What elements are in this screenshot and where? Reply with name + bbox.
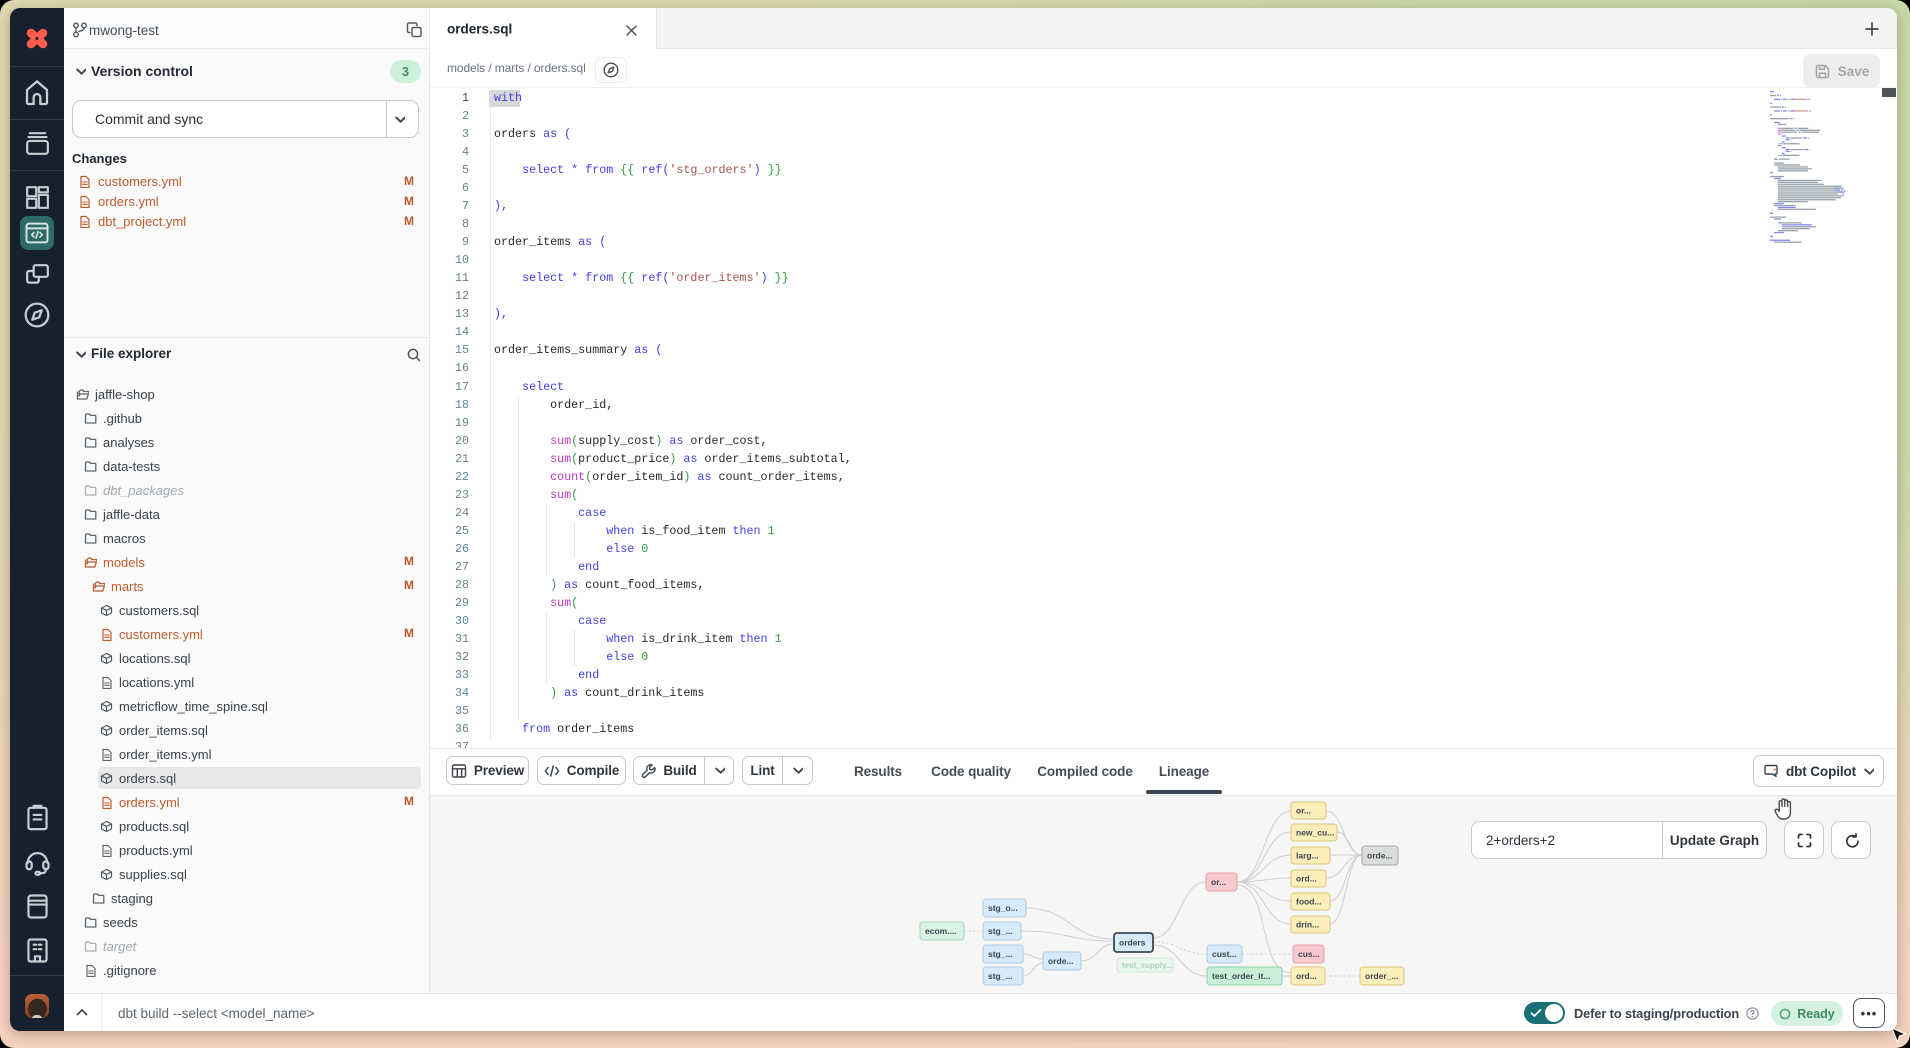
svg-text:stg_...: stg_... [988, 949, 1013, 959]
svg-text:order_...: order_... [1365, 971, 1399, 981]
svg-text:food...: food... [1296, 897, 1322, 907]
svg-text:orders: orders [1119, 938, 1146, 948]
svg-text:ord...: ord... [1296, 874, 1317, 884]
svg-text:stg_o...: stg_o... [988, 903, 1018, 913]
svg-text:drin...: drin... [1296, 920, 1319, 930]
svg-text:test_order_it...: test_order_it... [1212, 971, 1271, 981]
svg-text:ord...: ord... [1296, 971, 1317, 981]
svg-text:or...: or... [1296, 806, 1311, 816]
svg-text:orde...: orde... [1367, 851, 1393, 861]
svg-text:cus...: cus... [1298, 949, 1320, 959]
svg-text:larg...: larg... [1296, 851, 1319, 861]
svg-text:stg_...: stg_... [988, 926, 1013, 936]
svg-text:new_cu...: new_cu... [1296, 828, 1334, 838]
svg-text:cust...: cust... [1212, 949, 1237, 959]
svg-text:test_supply...: test_supply... [1122, 961, 1173, 970]
svg-text:stg_...: stg_... [988, 971, 1013, 981]
svg-text:ecom....: ecom.... [925, 926, 957, 936]
svg-text:orde...: orde... [1048, 956, 1074, 966]
svg-text:or...: or... [1211, 877, 1226, 887]
